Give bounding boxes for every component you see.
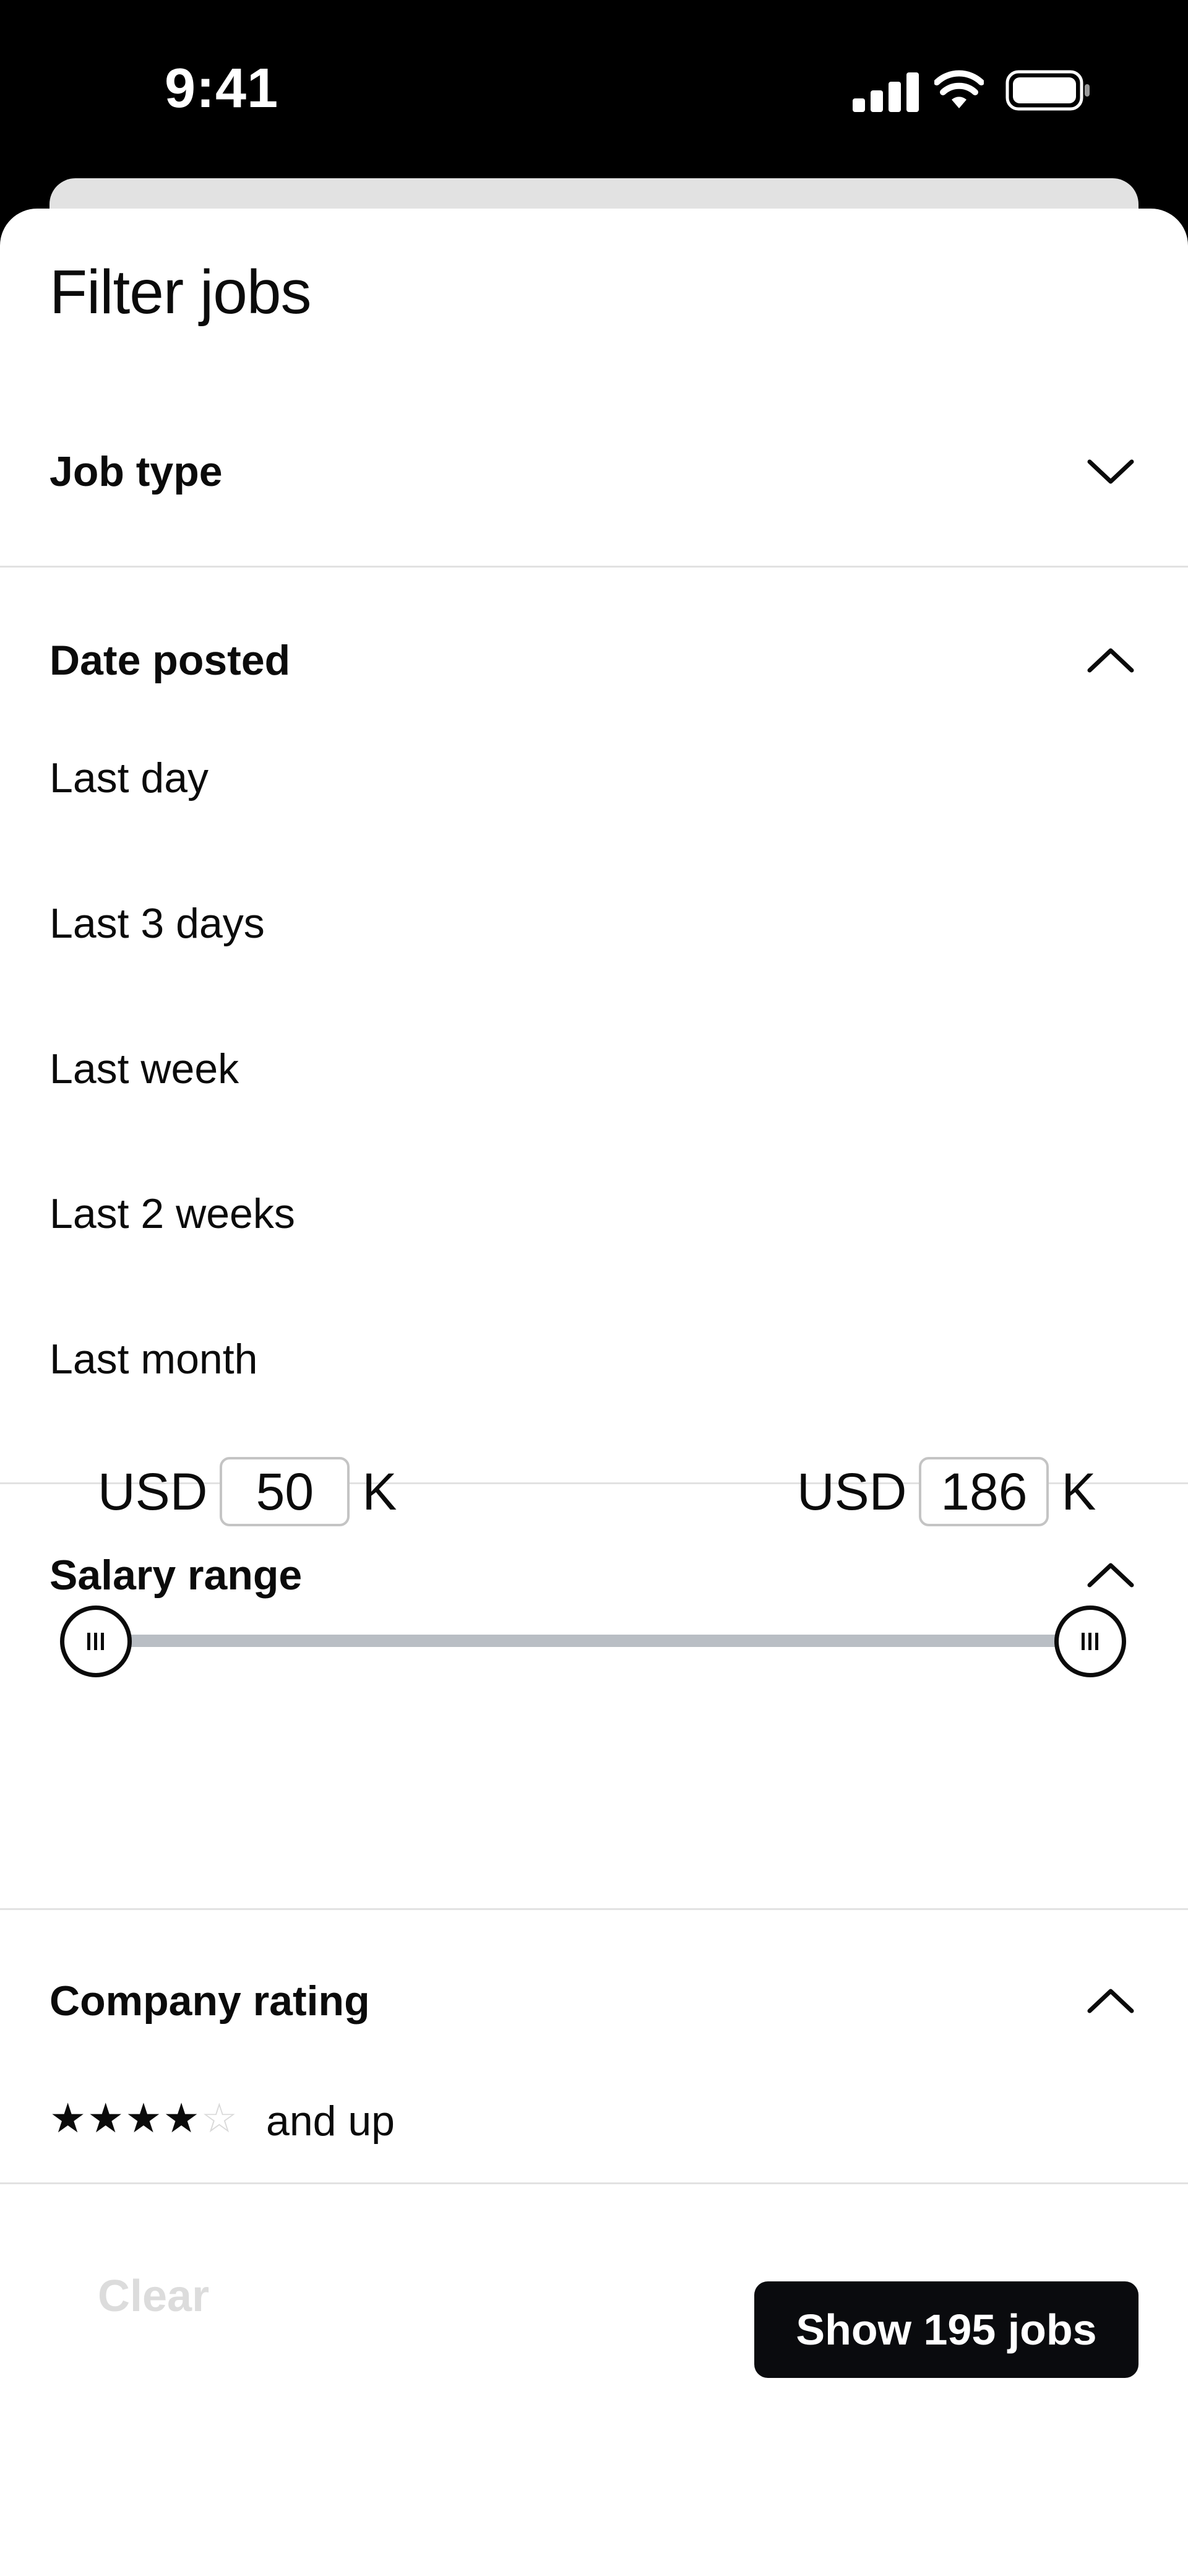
battery-icon <box>1005 70 1090 111</box>
chevron-up-icon <box>1087 648 1134 673</box>
date-option-last-day[interactable]: Last day <box>0 716 1188 840</box>
date-option-label: Last week <box>50 1045 239 1092</box>
date-option-last-2-weeks[interactable]: Last 2 weeks <box>0 1152 1188 1276</box>
show-jobs-button[interactable]: Show 195 jobs <box>754 2281 1138 2378</box>
rating-suffix: and up <box>266 2098 395 2145</box>
divider <box>0 1908 1188 1910</box>
section-label-job-type: Job type <box>50 448 223 495</box>
date-option-label: Last month <box>50 1336 258 1383</box>
chevron-down-icon <box>1087 459 1134 484</box>
section-label-company-rating: Company rating <box>50 1977 370 2025</box>
salary-max-input[interactable] <box>919 1457 1049 1526</box>
date-option-last-3-days[interactable]: Last 3 days <box>0 862 1188 985</box>
chevron-up-icon <box>1087 1989 1134 2013</box>
date-option-last-month[interactable]: Last month <box>0 1297 1188 1421</box>
salary-max-group: USD K <box>797 1451 1096 1532</box>
section-header-job-type[interactable]: Job type <box>0 422 1188 521</box>
star-filled-icon: ★ <box>125 2094 163 2142</box>
cellular-signal-icon <box>853 72 919 112</box>
salary-min-group: USD K <box>98 1451 397 1532</box>
section-header-date-posted[interactable]: Date posted <box>0 611 1188 710</box>
date-option-label: Last day <box>50 754 209 802</box>
salary-slider-track[interactable] <box>97 1635 1091 1647</box>
salary-slider-max-handle[interactable] <box>1054 1606 1126 1677</box>
chevron-up-icon <box>1087 1563 1134 1588</box>
salary-min-currency: USD <box>98 1463 208 1521</box>
filter-sheet: Filter jobs Job type Date posted Last da… <box>0 209 1188 2576</box>
salary-max-currency: USD <box>797 1463 907 1521</box>
salary-max-unit: K <box>1061 1463 1096 1521</box>
section-label-date-posted: Date posted <box>50 637 291 684</box>
footer-divider <box>0 2182 1188 2184</box>
divider <box>0 566 1188 568</box>
salary-min-input[interactable] <box>220 1457 350 1526</box>
star-filled-icon: ★ <box>87 2094 126 2142</box>
section-header-company-rating[interactable]: Company rating <box>0 1951 1188 2051</box>
wifi-icon <box>934 70 984 108</box>
date-option-last-week[interactable]: Last week <box>0 1007 1188 1131</box>
date-option-label: Last 3 days <box>50 900 265 947</box>
rating-option-4-and-up[interactable]: ★★★★☆ and up <box>0 2064 1188 2163</box>
grip-icon <box>1082 1633 1098 1650</box>
section-label-salary-range: Salary range <box>50 1552 303 1599</box>
clear-button[interactable]: Clear <box>98 2259 209 2333</box>
status-time: 9:41 <box>165 58 279 119</box>
star-empty-icon: ☆ <box>200 2094 239 2142</box>
sheet-title: Filter jobs <box>50 257 311 327</box>
salary-min-unit: K <box>362 1463 397 1521</box>
date-option-label: Last 2 weeks <box>50 1190 295 1237</box>
star-rating: ★★★★☆ <box>50 2094 239 2143</box>
star-filled-icon: ★ <box>163 2094 201 2142</box>
star-filled-icon: ★ <box>50 2094 88 2142</box>
salary-slider-min-handle[interactable] <box>60 1606 132 1677</box>
status-icons <box>848 65 1095 115</box>
grip-icon <box>87 1633 104 1650</box>
status-bar: 9:41 <box>0 0 1188 176</box>
section-header-salary-range[interactable]: Salary range <box>0 1526 1188 1625</box>
